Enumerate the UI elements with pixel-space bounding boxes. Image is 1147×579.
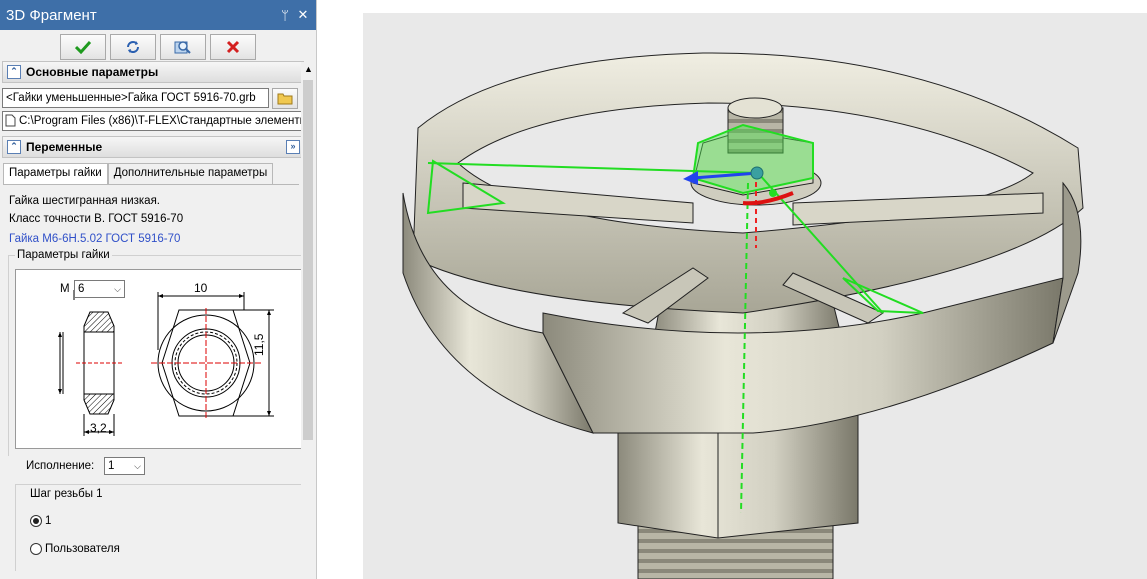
preview-icon <box>174 41 191 54</box>
check-icon <box>75 40 91 54</box>
m-label: M <box>60 283 70 295</box>
nut-params-group-label: Параметры гайки <box>15 249 112 261</box>
tab-additional-params[interactable]: Дополнительные параметры <box>107 163 274 186</box>
width-dimension: 10 <box>194 281 208 295</box>
refresh-button[interactable] <box>110 34 156 60</box>
m-size-value: 6 <box>78 283 85 295</box>
pin-icon[interactable]: ᛘ <box>278 8 292 23</box>
thickness-dimension: 3,2 <box>90 421 107 435</box>
refresh-icon <box>127 41 139 53</box>
close-icon[interactable]: ✕ <box>296 7 310 23</box>
panel-titlebar: 3D Фрагмент ᛘ ✕ <box>0 0 316 30</box>
collapse-icon[interactable]: ⌃ <box>7 140 21 154</box>
collapse-icon[interactable]: ⌃ <box>7 65 21 79</box>
nut-drawing: M 6 ⌵ 10 11,5 3,2 <box>15 269 302 449</box>
pitch-radio-user-label: Пользователя <box>45 543 120 555</box>
3d-model-view[interactable] <box>363 13 1147 579</box>
section-main-params[interactable]: ⌃ Основные параметры <box>2 61 304 83</box>
section-variables-label: Переменные <box>26 140 103 154</box>
3d-viewport[interactable] <box>363 13 1147 579</box>
height-dimension: 11,5 <box>252 333 266 356</box>
open-folder-button[interactable] <box>272 88 298 109</box>
file-path-field[interactable]: C:\Program Files (x86)\T-FLEX\Стандартны… <box>2 111 314 131</box>
chevron-down-icon: ⌵ <box>114 284 121 294</box>
pitch-radio-1-label: 1 <box>45 515 52 527</box>
cancel-icon <box>226 40 240 54</box>
panel-scroll-thumb[interactable] <box>303 80 313 440</box>
cancel-button[interactable] <box>210 34 256 60</box>
m-size-select[interactable]: 6 ⌵ <box>74 280 125 298</box>
pitch-radio-1[interactable]: 1 <box>30 515 51 527</box>
folder-icon <box>277 93 293 105</box>
section-main-params-label: Основные параметры <box>26 65 159 79</box>
properties-panel: 3D Фрагмент ᛘ ✕ ⌃ Основные параметры <Га… <box>0 0 317 579</box>
file-icon <box>5 114 16 127</box>
preview-button[interactable] <box>160 34 206 60</box>
thread-pitch-label: Шаг резьбы 1 <box>30 488 103 500</box>
pitch-radio-user[interactable]: Пользователя <box>30 543 120 555</box>
description-line-2: Класс точности B. ГОСТ 5916-70 <box>9 213 184 225</box>
panel-toolbar <box>0 30 316 62</box>
panel-title: 3D Фрагмент <box>6 6 97 24</box>
scroll-up-icon[interactable]: ▲ <box>304 64 313 74</box>
execution-label: Исполнение: <box>26 460 95 472</box>
radio-checked-icon <box>30 515 42 527</box>
file-path-text: C:\Program Files (x86)\T-FLEX\Стандартны… <box>19 115 314 127</box>
variables-tabs: Параметры гайки Дополнительные параметры <box>3 163 274 186</box>
execution-select[interactable]: 1 ⌵ <box>104 457 145 475</box>
execution-value: 1 <box>108 460 115 472</box>
description-line-1: Гайка шестигранная низкая. <box>9 195 160 207</box>
nut-sketch <box>58 290 274 436</box>
tab-nut-params[interactable]: Параметры гайки <box>3 163 108 186</box>
expand-more-icon[interactable]: » <box>286 140 300 154</box>
chevron-down-icon: ⌵ <box>134 461 141 471</box>
radio-unchecked-icon <box>30 543 42 555</box>
ok-button[interactable] <box>60 34 106 60</box>
library-path-field[interactable]: <Гайки уменьшенные>Гайка ГОСТ 5916-70.gr… <box>2 88 269 108</box>
section-variables[interactable]: ⌃ Переменные » <box>2 136 304 158</box>
nut-designation: Гайка M6-6H.5.02 ГОСТ 5916-70 <box>9 233 181 245</box>
